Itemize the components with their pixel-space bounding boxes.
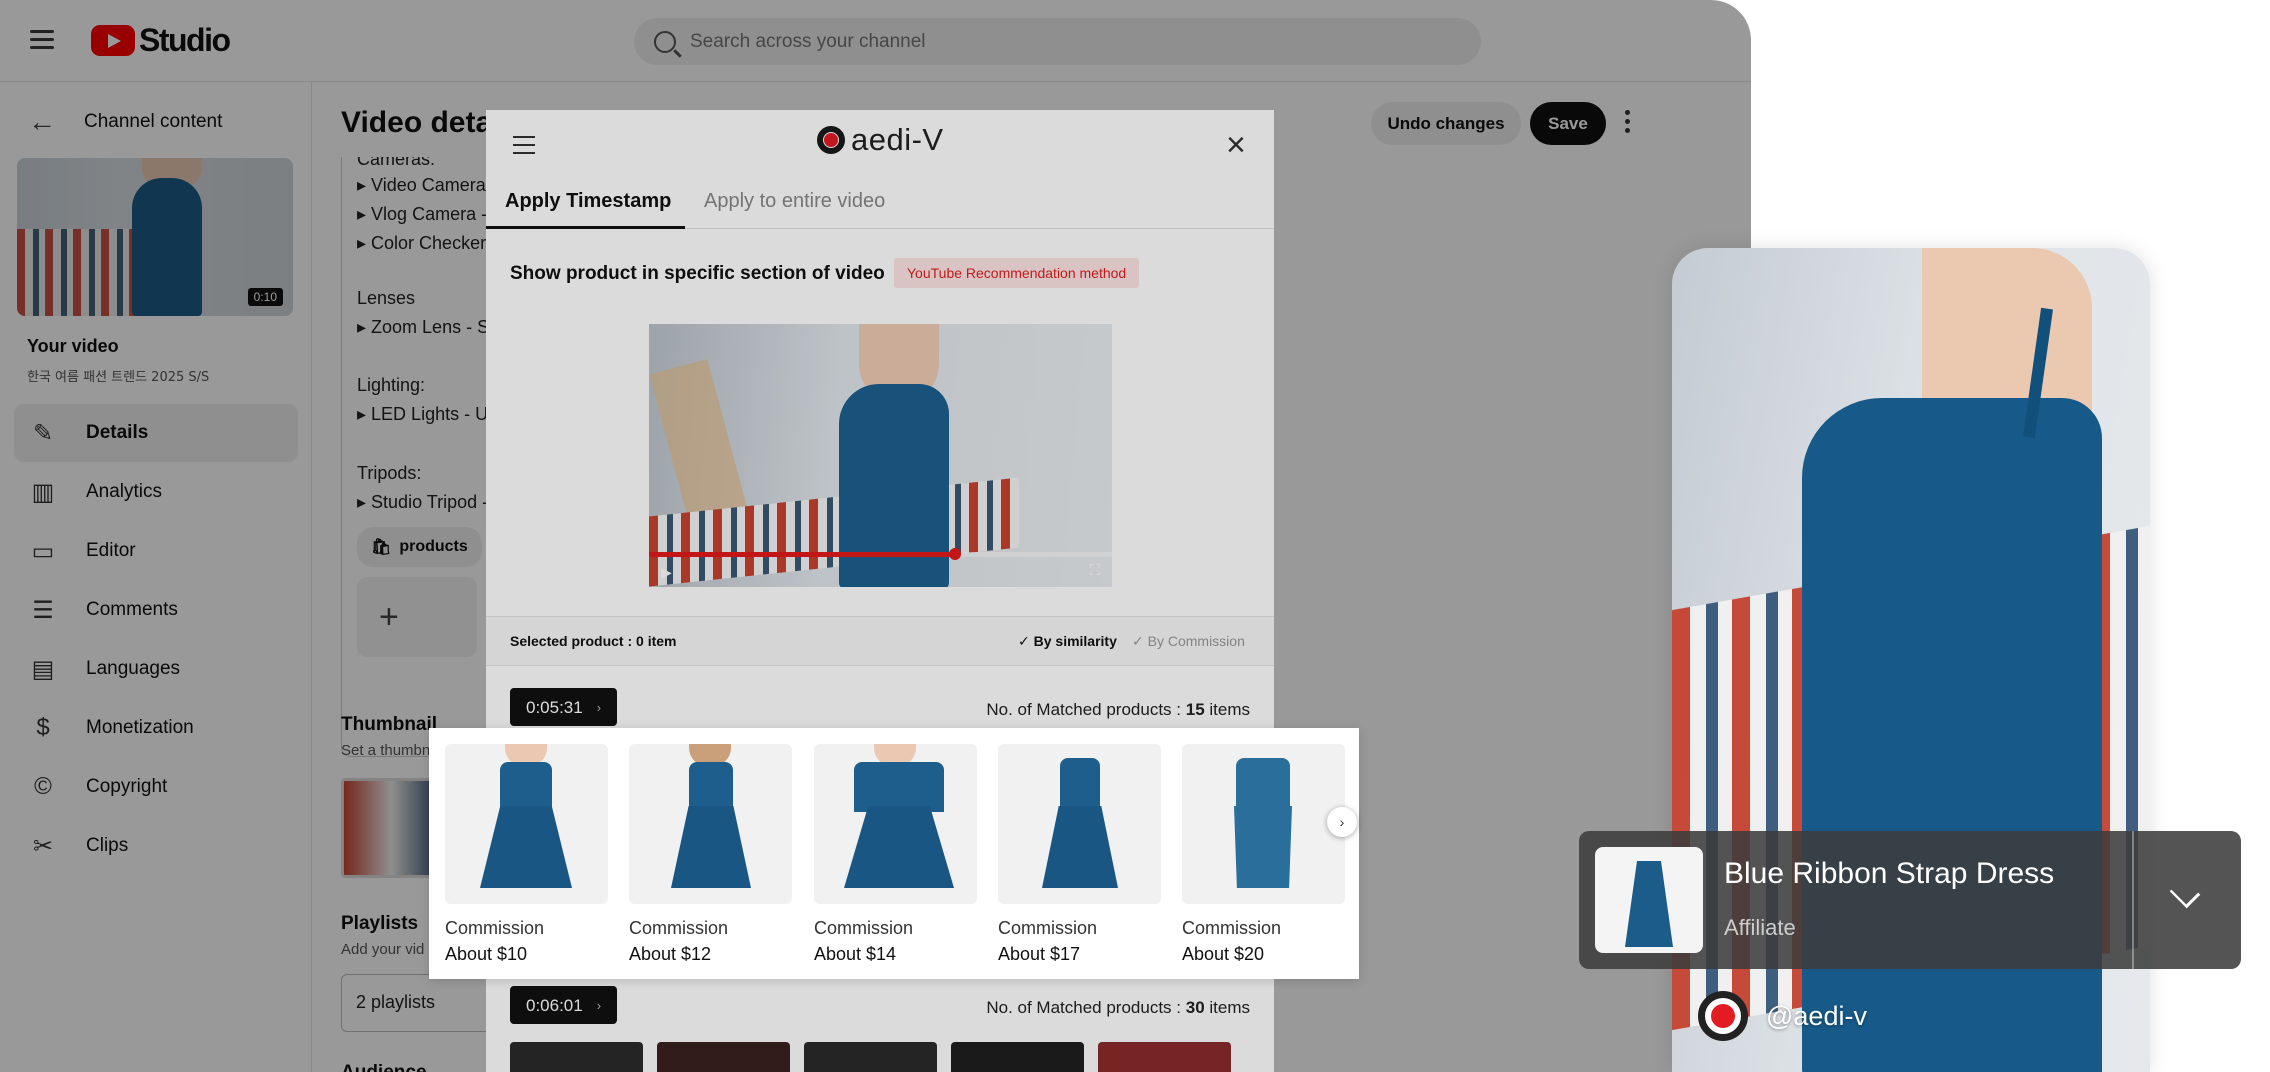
next-arrow-icon[interactable]: › [1327, 807, 1357, 837]
product-thumbnail[interactable] [1098, 1042, 1231, 1072]
aedi-v-logo: aedi-V [817, 122, 944, 158]
card-divider [2132, 831, 2134, 969]
product-card[interactable]: Commission About $14 [814, 744, 977, 965]
affiliate-product-card[interactable]: Blue Ribbon Strap Dress Affiliate [1579, 831, 2241, 969]
sort-by-commission[interactable]: ✓ By Commission [1132, 633, 1245, 650]
video-progress-bar[interactable] [649, 548, 1112, 560]
product-commission-label: Commission [998, 918, 1098, 938]
play-icon[interactable]: ▶ [661, 564, 672, 581]
selected-product-count: Selected product : 0 item [510, 633, 677, 649]
product-thumbnail[interactable] [510, 1042, 643, 1072]
product-strip: Commission About $10 Commission About $1… [429, 728, 1359, 979]
chevron-down-icon[interactable] [2169, 877, 2201, 909]
product-commission-label: Commission [445, 918, 545, 938]
product-commission-label: Commission [629, 918, 729, 938]
product-image [814, 744, 977, 904]
product-price: About $20 [1182, 944, 1265, 964]
modal-tabs: Apply Timestamp Apply to entire video [486, 172, 1274, 229]
product-commission-label: Commission [814, 918, 914, 938]
product-name: Blue Ribbon Strap Dress [1724, 857, 2055, 890]
product-card[interactable]: Commission About $17 [998, 744, 1161, 965]
matched-prefix: No. of Matched products : [986, 700, 1186, 719]
product-thumbnail[interactable] [804, 1042, 937, 1072]
product-price: About $14 [814, 944, 897, 964]
product-image [629, 744, 792, 904]
matched-suffix: items [1204, 998, 1250, 1017]
matched-prefix: No. of Matched products : [986, 998, 1186, 1017]
timestamp-button[interactable]: 0:05:31 › [510, 688, 618, 726]
aedi-v-avatar-icon [1698, 991, 1748, 1041]
product-card[interactable]: Commission About $12 [629, 744, 792, 965]
aedi-v-logo-icon [817, 126, 845, 154]
tab-apply-timestamp[interactable]: Apply Timestamp [505, 190, 671, 213]
product-card[interactable]: Commission About $20 [1182, 744, 1345, 965]
aedi-v-logo-text: aedi-V [851, 122, 944, 157]
chevron-right-icon: › [596, 700, 602, 715]
matched-count: 15 [1185, 700, 1205, 719]
matched-suffix: items [1204, 700, 1250, 719]
product-card[interactable]: Commission About $10 [445, 744, 608, 965]
video-player[interactable]: ▶ ⛶ [649, 324, 1112, 587]
matched-count: 30 [1185, 998, 1205, 1017]
product-price: About $10 [445, 944, 528, 964]
product-image [1182, 744, 1345, 904]
timestamp-label: 0:06:01 [526, 996, 583, 1015]
timestamp-label: 0:05:31 [526, 698, 583, 717]
matched-products-count: No. of Matched products : 15 items [986, 700, 1250, 720]
product-affiliate-label: Affiliate [1724, 915, 1796, 940]
product-thumbnail[interactable] [951, 1042, 1084, 1072]
active-tab-indicator [486, 226, 685, 229]
fullscreen-icon[interactable]: ⛶ [1089, 562, 1100, 579]
chevron-right-icon: › [596, 998, 602, 1013]
product-image [1595, 847, 1703, 953]
product-commission-label: Commission [1182, 918, 1282, 938]
recommendation-badge: YouTube Recommendation method [894, 258, 1140, 288]
close-icon[interactable]: × [1226, 128, 1246, 162]
selection-row: Selected product : 0 item ✓ By similarit… [486, 616, 1274, 666]
channel-handle[interactable]: @aedi-v [1698, 991, 1867, 1041]
product-thumbnail[interactable] [657, 1042, 790, 1072]
sort-by-similarity[interactable]: ✓ By similarity [1018, 633, 1117, 650]
product-price: About $12 [629, 944, 712, 964]
product-price: About $17 [998, 944, 1081, 964]
channel-handle-text: @aedi-v [1766, 1000, 1867, 1031]
timestamp-button[interactable]: 0:06:01 › [510, 986, 618, 1024]
section-title: Show product in specific section of vide… [510, 263, 885, 284]
progress-handle[interactable] [948, 548, 961, 560]
tab-apply-entire-video[interactable]: Apply to entire video [704, 190, 885, 213]
product-image [445, 744, 608, 904]
modal-menu-icon[interactable] [513, 136, 535, 160]
second-group-products [510, 1042, 1231, 1072]
product-image [998, 744, 1161, 904]
matched-products-count: No. of Matched products : 30 items [986, 998, 1250, 1018]
